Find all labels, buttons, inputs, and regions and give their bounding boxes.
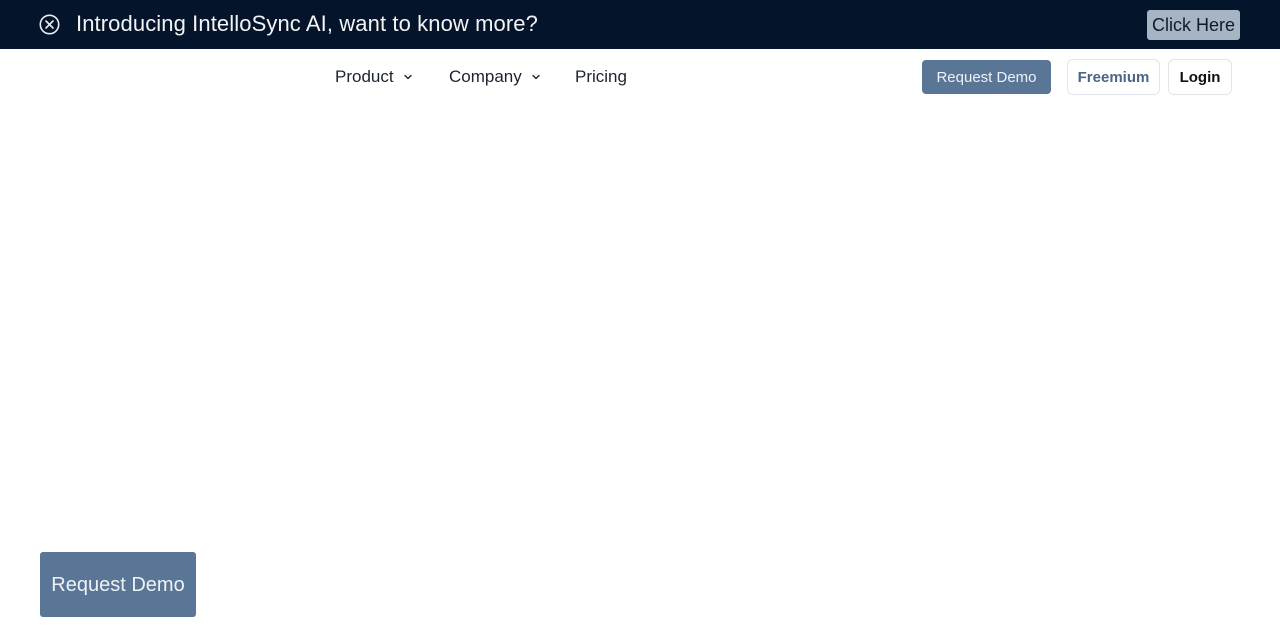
chevron-down-icon xyxy=(403,74,412,80)
freemium-button[interactable]: Freemium xyxy=(1067,59,1160,95)
close-banner-button[interactable] xyxy=(39,14,60,35)
nav-item-label: Company xyxy=(449,67,522,86)
request-demo-button[interactable]: Request Demo xyxy=(922,60,1051,94)
chevron-down-icon xyxy=(532,74,540,80)
floating-request-demo-button[interactable]: Request Demo xyxy=(40,552,196,617)
nav-item-pricing[interactable]: Pricing xyxy=(575,66,627,88)
nav-item-label: Pricing xyxy=(575,67,627,86)
click-here-button[interactable]: Click Here xyxy=(1147,10,1240,40)
banner-text: Introducing IntelloSync AI, want to know… xyxy=(76,11,538,36)
nav-item-company[interactable]: Company xyxy=(449,66,541,88)
announcement-banner: Introducing IntelloSync AI, want to know… xyxy=(0,0,1280,49)
login-button[interactable]: Login xyxy=(1168,59,1232,95)
circle-x-icon xyxy=(39,14,60,35)
nav-item-product[interactable]: Product xyxy=(335,66,413,88)
nav-item-label: Product xyxy=(335,67,394,86)
